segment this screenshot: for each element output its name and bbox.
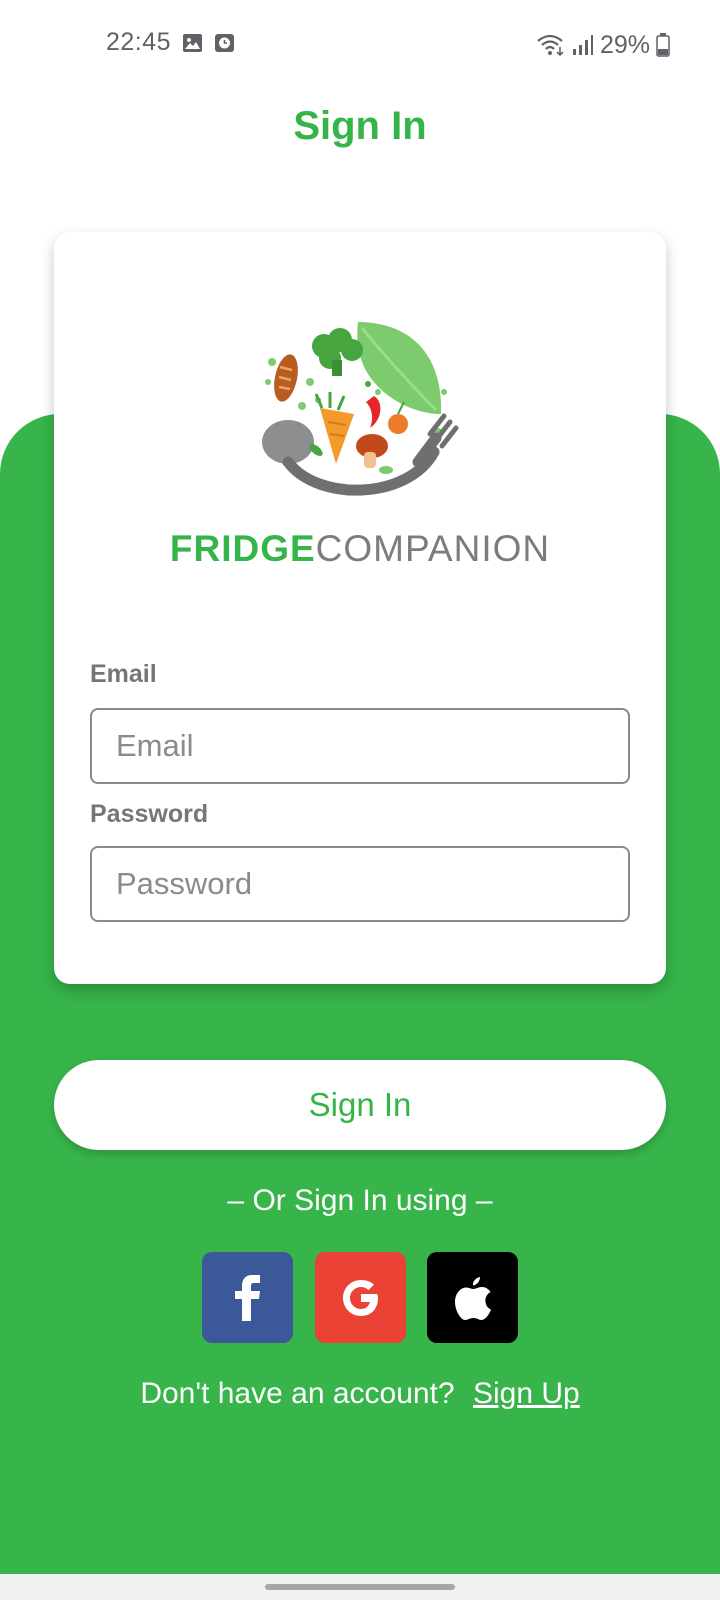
brand-name-light: COMPANION	[315, 528, 551, 569]
apple-sign-in-button[interactable]	[427, 1252, 518, 1343]
sign-up-prompt: Don't have an account?	[140, 1377, 455, 1410]
or-sign-in-using-text: – Or Sign In using –	[227, 1184, 493, 1217]
wifi-icon	[537, 34, 564, 57]
status-right: 29%	[536, 28, 670, 62]
brand-name-bold: FRIDGE	[169, 528, 316, 569]
home-indicator[interactable]	[265, 1584, 455, 1590]
apple-icon	[454, 1276, 491, 1320]
email-label: Email	[90, 660, 157, 688]
battery-icon	[656, 33, 670, 57]
page-title: Sign In	[293, 104, 427, 148]
facebook-sign-in-button[interactable]	[202, 1252, 293, 1343]
sign-up-row: Don't have an account? Sign Up	[0, 1377, 720, 1411]
google-sign-in-button[interactable]	[315, 1252, 406, 1343]
sign-in-card: FRIDGECOMPANION Email Password	[54, 232, 666, 984]
password-field[interactable]	[90, 846, 630, 922]
status-time: 22:45	[106, 28, 172, 56]
sign-in-screen: 22:45 29% Sign In FRIDGECOMPANION Email …	[0, 0, 720, 1600]
brand-wordmark: FRIDGECOMPANION	[54, 528, 666, 570]
sign-in-button[interactable]: Sign In	[54, 1060, 666, 1150]
sign-up-link[interactable]: Sign Up	[473, 1377, 580, 1410]
signal-icon	[572, 35, 593, 55]
image-icon	[183, 34, 202, 52]
email-field[interactable]	[90, 708, 630, 784]
password-label: Password	[90, 800, 209, 828]
google-icon	[342, 1279, 378, 1316]
navigation-bar	[0, 1574, 720, 1600]
fridge-companion-logo	[262, 322, 459, 496]
battery-percentage: 29%	[599, 30, 650, 59]
facebook-icon	[234, 1274, 260, 1321]
clock-icon	[215, 34, 234, 52]
status-bar: 22:45 29%	[0, 0, 720, 90]
